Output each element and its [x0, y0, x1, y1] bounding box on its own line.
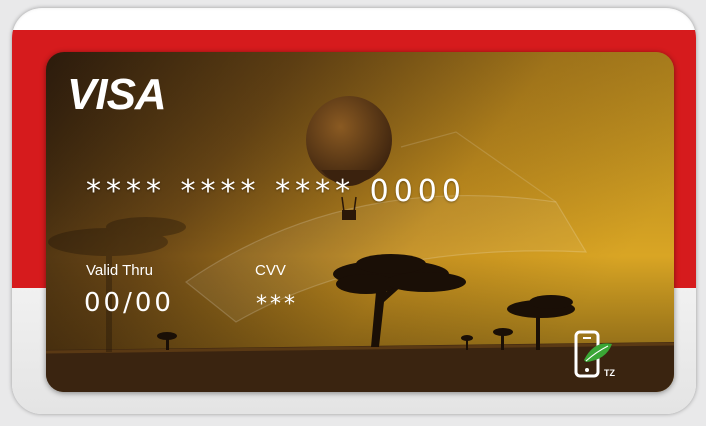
- valid-thru-value: 00/00: [84, 288, 174, 318]
- visa-logo: VISA: [67, 70, 167, 119]
- visa-card: VISA **** **** **** 0000 Valid Thru 00/0…: [46, 52, 674, 392]
- issuer-badge: TZ: [604, 368, 615, 378]
- card-number: **** **** **** 0000: [86, 174, 466, 209]
- card-frame: VISA **** **** **** 0000 Valid Thru 00/0…: [12, 8, 696, 414]
- valid-thru-label: Valid Thru: [86, 262, 153, 279]
- cvv-label: CVV: [255, 262, 286, 279]
- cvv-value: ***: [256, 292, 298, 317]
